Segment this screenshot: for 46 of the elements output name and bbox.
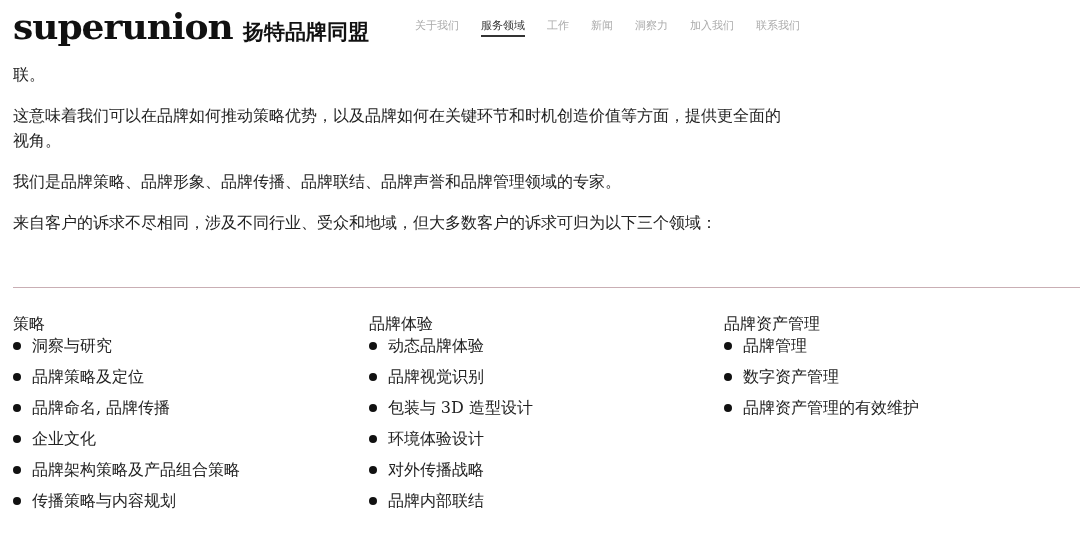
paragraph: 来自客户的诉求不尽相同，涉及不同行业、受众和地域，但大多数客户的诉求可归为以下三个领域： xyxy=(13,212,718,234)
list-item: 对外传播战略 xyxy=(387,458,484,481)
bullet-icon xyxy=(724,403,733,412)
nav-link[interactable]: 联系我们 xyxy=(756,17,800,37)
bullet-icon xyxy=(368,434,377,443)
bullet-icon xyxy=(13,465,21,474)
bullet-icon xyxy=(13,403,21,412)
column-heading: 策略 xyxy=(13,313,46,335)
list-item: 环境体验设计 xyxy=(387,427,484,450)
bullet-icon xyxy=(13,372,21,381)
list-item: 品牌命名, 品牌传播 xyxy=(32,396,171,419)
nav-link[interactable]: 新闻 xyxy=(591,17,613,37)
bullet-icon xyxy=(368,403,377,412)
list-item: 品牌内部联结 xyxy=(387,489,484,512)
list-item: 品牌视觉识别 xyxy=(387,365,484,388)
column-heading: 品牌资产管理 xyxy=(724,313,822,335)
bullet-icon xyxy=(13,496,21,505)
paragraph: 我们是品牌策略、品牌形象、品牌传播、品牌联结、品牌声誉和品牌管理领域的专家。 xyxy=(13,171,622,193)
nav-link[interactable]: 工作 xyxy=(547,17,569,37)
list-item: 品牌管理 xyxy=(743,334,808,357)
list-item: 品牌架构策略及产品组合策略 xyxy=(32,458,240,481)
nav-link[interactable]: 关于我们 xyxy=(415,17,459,37)
nav-link[interactable]: 洞察力 xyxy=(635,17,668,37)
bullet-icon xyxy=(724,341,733,350)
bullet-icon xyxy=(724,372,733,381)
list-item: 品牌策略及定位 xyxy=(32,365,144,388)
list-item: 传播策略与内容规划 xyxy=(32,489,176,512)
column-heading: 品牌体验 xyxy=(368,313,434,335)
paragraph: 这意味着我们可以在品牌如何推动策略优势，以及品牌如何在关键环节和时机创造价值等方面，提供更全面的视角。 xyxy=(13,105,782,152)
brand-name: 扬特品牌同盟 xyxy=(242,19,369,46)
bullet-icon xyxy=(13,341,21,350)
nav-link[interactable]: 加入我们 xyxy=(690,17,734,37)
list-item: 洞察与研究 xyxy=(32,334,112,357)
nav-link[interactable]: 服务领域 xyxy=(481,17,525,37)
bullet-icon xyxy=(13,434,21,443)
list-item: 数字资产管理 xyxy=(743,365,840,388)
bullet-icon xyxy=(368,372,377,381)
list-item: 品牌资产管理的有效维护 xyxy=(743,396,920,419)
bullet-icon xyxy=(368,496,377,505)
bullet-icon xyxy=(368,341,377,350)
logo: superunion xyxy=(13,8,233,44)
bullet-icon xyxy=(368,465,377,474)
list-item: 企业文化 xyxy=(32,427,96,450)
list-item: 包装与 3D 造型设计 xyxy=(387,396,533,419)
list-item: 动态品牌体验 xyxy=(387,334,484,357)
paragraph: 联。 xyxy=(13,64,46,86)
